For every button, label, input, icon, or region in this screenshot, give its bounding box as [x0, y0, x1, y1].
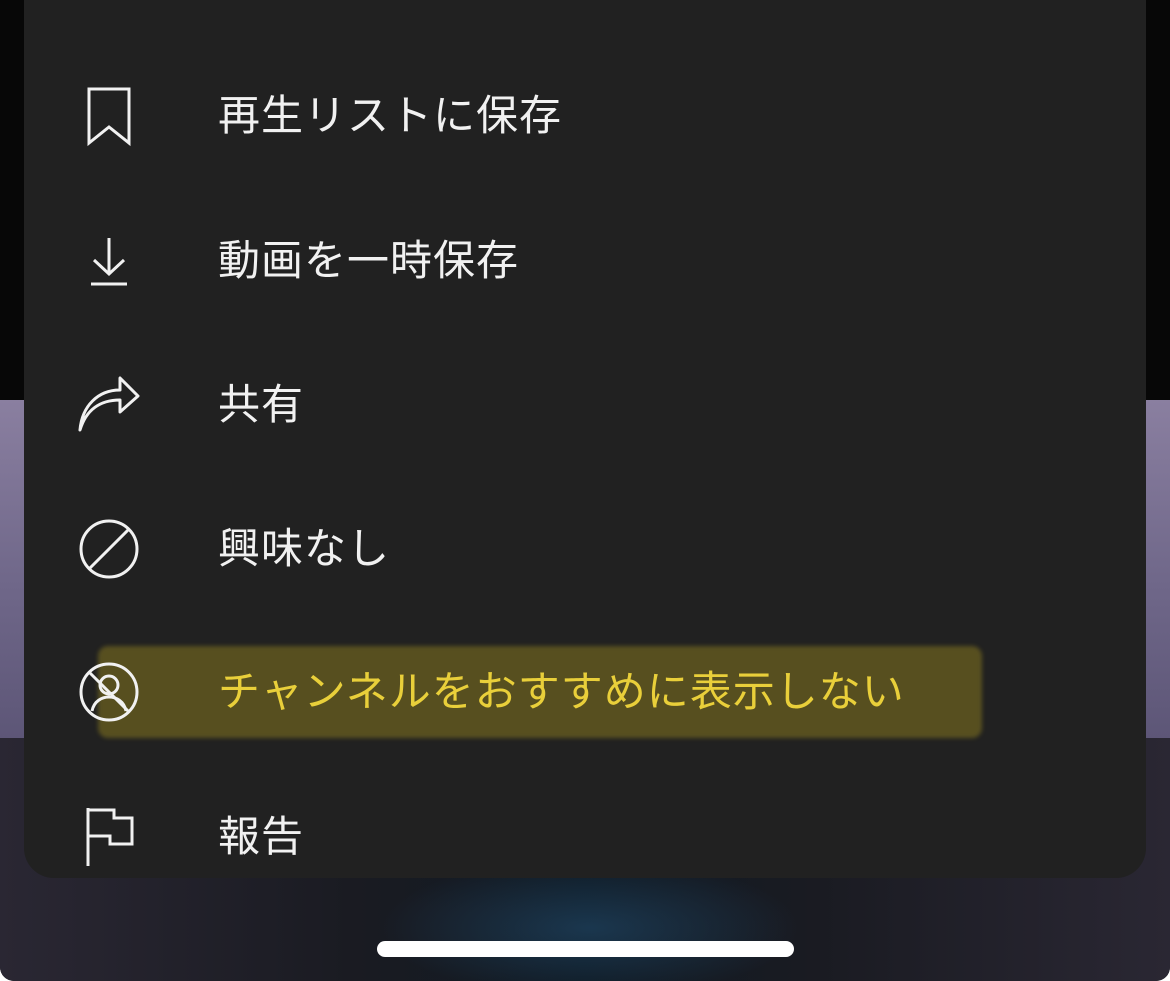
menu-item-share[interactable]: 共有 — [24, 345, 1146, 465]
action-bottom-sheet: 再生リストに保存 動画を一時保存 共有 興味なし チャンネルをおすすめに表示しな… — [24, 0, 1146, 878]
menu-item-label: チャンネルをおすすめに表示しない — [218, 667, 905, 716]
dont-recommend-channel-icon — [74, 657, 144, 727]
menu-item-not-interested[interactable]: 興味なし — [24, 489, 1146, 609]
menu-item-save-to-playlist[interactable]: 再生リストに保存 — [24, 56, 1146, 176]
menu-item-label: 報告 — [218, 812, 305, 861]
menu-item-label: 共有 — [218, 380, 305, 429]
flag-icon — [74, 802, 144, 872]
bookmark-icon — [74, 81, 144, 151]
menu-item-label: 再生リストに保存 — [218, 91, 563, 140]
menu-item-label: 興味なし — [218, 524, 391, 573]
menu-item-dont-recommend-channel[interactable]: チャンネルをおすすめに表示しない — [24, 632, 1146, 752]
home-indicator[interactable] — [377, 941, 794, 957]
menu-item-download[interactable]: 動画を一時保存 — [24, 201, 1146, 321]
menu-item-report[interactable]: 報告 — [24, 777, 1146, 897]
share-icon — [74, 370, 144, 440]
not-interested-icon — [74, 514, 144, 584]
download-icon — [74, 226, 144, 296]
menu-item-label: 動画を一時保存 — [218, 236, 520, 285]
